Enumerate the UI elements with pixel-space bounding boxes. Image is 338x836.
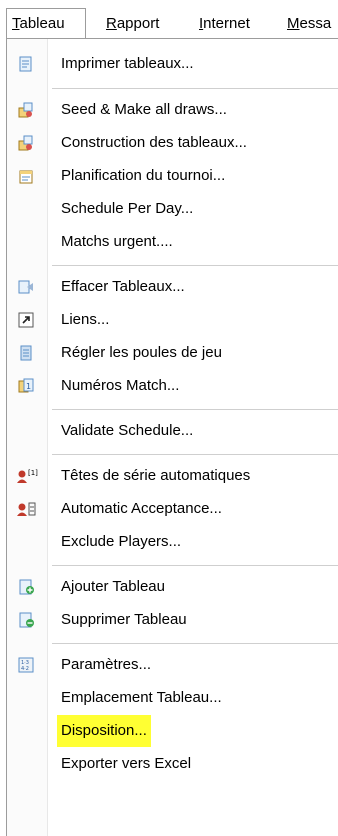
menu-item-liens[interactable]: Liens... [7,304,338,336]
menu-item-label: Exporter vers Excel [61,755,192,772]
menu-item-seed-make-all-draws[interactable]: Seed & Make all draws... [7,94,338,126]
erase-icon [18,279,34,295]
svg-text:4·2: 4·2 [21,666,29,672]
menu-item-supprimer-tableau[interactable]: Supprimer Tableau [7,604,338,636]
menu-item-disposition[interactable]: Disposition... [7,715,338,747]
menu-messages-accel: M [287,15,300,32]
menu-item-schedule-per-day[interactable]: Schedule Per Day... [7,193,338,225]
menu-separator [52,454,338,455]
menu-separator [52,265,338,266]
menu-item-label: Matchs urgent.... [61,233,173,250]
menu-separator [52,409,338,410]
schedule-icon [18,168,34,184]
menu-item-label: Ajouter Tableau [61,578,165,595]
menu-item-ajouter-tableau[interactable]: Ajouter Tableau [7,571,338,603]
menu-item-label: Imprimer tableaux... [61,55,194,72]
menu-item-label: Disposition... [57,715,151,747]
print-icon [18,56,34,72]
menu-item-label: Exclude Players... [61,533,182,550]
menu-item-exporter-excel[interactable]: Exporter vers Excel [7,748,338,780]
menu-tableau-label: ableau [19,15,65,32]
menu-item-label: Régler les poules de jeu [61,344,222,361]
menu-item-imprimer-tableaux[interactable]: Imprimer tableaux... [7,48,338,80]
menu-item-label: Effacer Tableaux... [61,278,185,295]
menu-rapport-label: apport [116,15,160,32]
menu-bar: Tableau Rapport Internet Messa [0,0,338,38]
menu-item-label: Validate Schedule... [61,422,194,439]
menu-tableau-accel: T [12,15,20,32]
menu-item-emplacement-tableau[interactable]: Emplacement Tableau... [7,682,338,714]
menu-item-matchs-urgent[interactable]: Matchs urgent.... [7,226,338,258]
menu-item-label: Paramètres... [61,656,152,673]
menu-item-label: Emplacement Tableau... [61,689,222,706]
menu-item-label: Automatic Acceptance... [61,500,222,517]
menu-item-parametres[interactable]: 1·3 4·2 Paramètres... [7,649,338,681]
link-icon [18,312,34,328]
menu-item-regler-poules[interactable]: Régler les poules de jeu [7,337,338,369]
auto-seeds-icon: [1] [16,468,38,484]
menu-item-numeros-match[interactable]: 1 Numéros Match... [7,370,338,402]
menu-item-exclude-players[interactable]: Exclude Players... [7,526,338,558]
seed-superscript: [1] [28,469,38,477]
menu-rapport[interactable]: Rapport [106,9,159,38]
match-numbers-icon: 1 [18,378,34,394]
menu-messages[interactable]: Messa [287,9,331,38]
add-draw-icon [18,579,34,595]
menu-messages-label: essa [299,15,332,32]
menu-separator [52,565,338,566]
seed-draws-icon [18,102,34,118]
menu-item-validate-schedule[interactable]: Validate Schedule... [7,415,338,447]
menu-internet[interactable]: Internet [199,9,250,38]
menu-tableau[interactable]: Tableau [6,8,86,38]
menu-item-label: Numéros Match... [61,377,180,394]
menu-rapport-accel: R [106,15,117,32]
menu-item-planification-tournoi[interactable]: Planification du tournoi... [7,160,338,192]
menu-item-label: Têtes de série automatiques [61,467,251,484]
svg-text:1: 1 [26,382,31,391]
build-draws-icon [18,135,34,151]
menu-item-label: Planification du tournoi... [61,167,226,184]
menu-item-label: Supprimer Tableau [61,611,187,628]
menu-item-label: Seed & Make all draws... [61,101,227,118]
menu-separator [52,88,338,89]
settings-icon: 1·3 4·2 [18,657,34,673]
delete-draw-icon [18,612,34,628]
tableau-dropdown-menu: Imprimer tableaux... Seed & Make all dra… [6,38,338,836]
menu-item-tetes-de-serie[interactable]: [1] Têtes de série automatiques [7,460,338,492]
auto-acceptance-icon [16,501,38,517]
menu-item-label: Schedule Per Day... [61,200,194,217]
menu-item-construction-tableaux[interactable]: Construction des tableaux... [7,127,338,159]
menu-internet-label: nternet [203,15,250,32]
menu-item-label: Liens... [61,311,110,328]
menu-separator [52,643,338,644]
pools-icon [18,345,34,361]
menu-item-automatic-acceptance[interactable]: Automatic Acceptance... [7,493,338,525]
menu-item-label: Construction des tableaux... [61,134,247,151]
menu-item-effacer-tableaux[interactable]: Effacer Tableaux... [7,271,338,303]
